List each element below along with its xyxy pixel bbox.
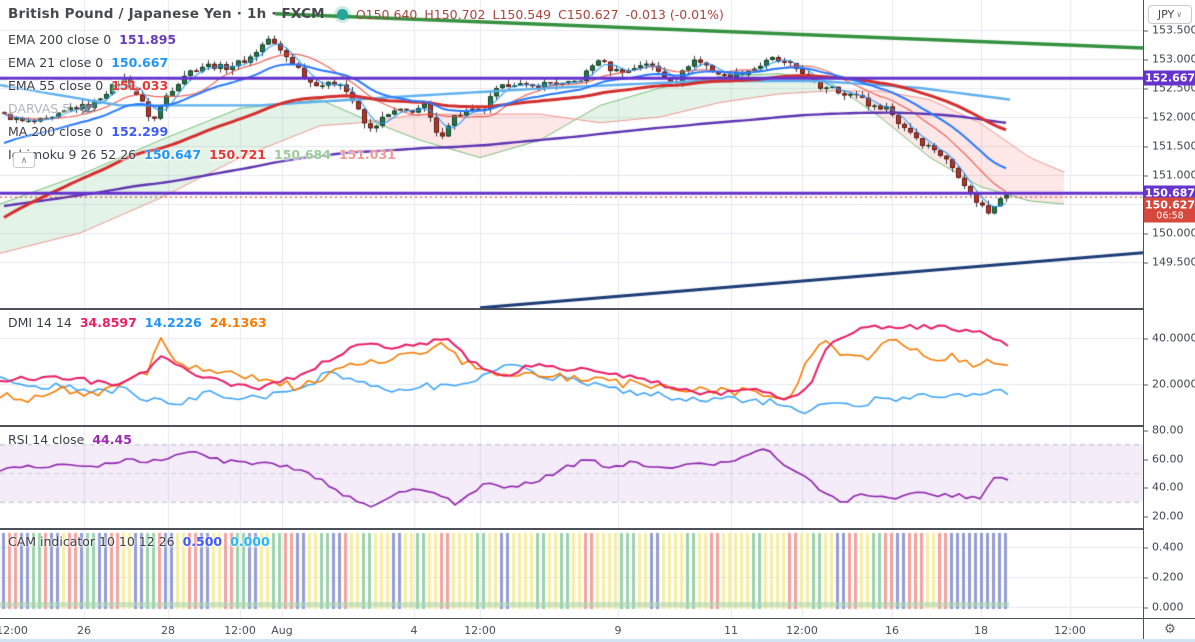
- legend-row-value: 151.033: [111, 78, 169, 93]
- pane-label-value: 0.500: [182, 534, 223, 549]
- time-axis-label: 18: [974, 624, 988, 637]
- legend-row-value: 150.721: [209, 147, 266, 162]
- price-axis-tick: 151.000: [1144, 169, 1195, 182]
- price-axis-tick: 0.400: [1144, 541, 1194, 554]
- ohlc-low: L150.549: [492, 6, 552, 22]
- time-axis-label: 4: [410, 624, 418, 637]
- pane-label-text: CAM indicator 10 10 12 26: [8, 534, 175, 549]
- pane-divider[interactable]: [0, 308, 1143, 310]
- currency-label: JPY: [1157, 8, 1175, 21]
- pane-divider[interactable]: [0, 528, 1143, 530]
- legend-row-label: MA 200 close 0: [8, 124, 104, 139]
- legend-row-value: 151.031: [338, 147, 396, 162]
- currency-selector-button[interactable]: JPY ∨: [1148, 5, 1192, 24]
- time-axis-label: 9: [614, 624, 622, 637]
- price-axis-tick: 0.200: [1144, 571, 1194, 584]
- legend-row[interactable]: EMA 21 close 0 150.667: [8, 51, 396, 74]
- price-axis-tick: 20.00: [1144, 510, 1194, 523]
- legend-row[interactable]: DARVAS 5: [8, 97, 396, 120]
- axis-badge-countdown: 06:58: [1156, 210, 1184, 222]
- time-axis-label: 16: [885, 624, 899, 637]
- legend-row-value: 151.895: [119, 32, 177, 47]
- indicator-legend: EMA 200 close 0 151.895 EMA 21 close 0 150.…: [8, 28, 396, 166]
- pane-divider[interactable]: [0, 425, 1143, 427]
- tradingview-chart-window: British Pound / Japanese Yen · 1h · FXCM…: [0, 0, 1195, 642]
- legend-row-label: EMA 55 close 0: [8, 78, 104, 93]
- legend-row-value: 150.684: [274, 147, 331, 162]
- settings-gear-icon[interactable]: ⚙: [1164, 622, 1176, 637]
- legend-row-label: EMA 200 close 0: [8, 32, 112, 47]
- legend-row-value: 150.647: [144, 147, 202, 162]
- pane-label-value: 0.000: [230, 534, 270, 549]
- time-axis-label: 12:00: [786, 624, 818, 637]
- chevron-down-icon: ∨: [1176, 10, 1183, 19]
- price-axis-tick: 80.00: [1144, 424, 1194, 437]
- legend-row[interactable]: EMA 200 close 0 151.895: [8, 28, 396, 51]
- pane-label-text: RSI 14 close: [8, 432, 85, 447]
- price-axis-tick: 60.00: [1144, 453, 1194, 466]
- pane-label-value: 14.2226: [144, 315, 202, 330]
- eye-off-icon[interactable]: [78, 102, 97, 115]
- price-axis-tick: 20.0000: [1144, 378, 1195, 391]
- legend-collapse-button[interactable]: ∧: [13, 152, 35, 168]
- price-axis-tick: 40.00: [1144, 481, 1194, 494]
- symbol-title[interactable]: British Pound / Japanese Yen · 1h · FXCM: [8, 6, 325, 22]
- legend-row-label: EMA 21 close 0: [8, 55, 104, 70]
- price-axis-tick: 40.0000: [1144, 332, 1195, 345]
- price-axis-badge: 150.627 06:58: [1144, 197, 1195, 223]
- price-axis-tick: 153.500: [1144, 24, 1195, 37]
- ohlc-readout: O150.640 H150.702 L150.549 C150.627 -0.0…: [356, 7, 724, 22]
- price-axis[interactable]: JPY ∨ 153.500 153.000 152.500 152.000 151.50…: [1143, 0, 1195, 618]
- time-axis-label: 12:00: [1054, 624, 1086, 637]
- ohlc-change: -0.013 (-0.01%): [625, 6, 724, 22]
- price-axis-badge: 152.667: [1144, 70, 1195, 86]
- legend-row[interactable]: Ichimoku 9 26 52 26 150.647 150.721 150.684…: [8, 143, 396, 166]
- price-axis-tick: 153.000: [1144, 53, 1195, 66]
- time-axis-label: 11: [724, 624, 738, 637]
- legend-row-value: 150.667: [111, 55, 169, 70]
- pane-label-text: DMI 14 14: [8, 315, 72, 330]
- time-axis-label: 12:00: [464, 624, 496, 637]
- pane-label-value: 24.1363: [209, 315, 267, 330]
- price-axis-tick: 149.500: [1144, 256, 1195, 269]
- symbol-header: British Pound / Japanese Yen · 1h · FXCM…: [8, 5, 724, 23]
- price-axis-tick: 151.500: [1144, 140, 1195, 153]
- legend-row[interactable]: MA 200 close 0 152.299: [8, 120, 396, 143]
- time-axis-label: 12:00: [224, 624, 256, 637]
- cam-indicator-label[interactable]: CAM indicator 10 10 12 26 0.500 0.000: [8, 534, 270, 549]
- ohlc-close: C150.627: [558, 6, 619, 22]
- dmi-indicator-label[interactable]: DMI 14 14 34.8597 14.2226 24.1363: [8, 315, 267, 330]
- time-axis-label: Aug: [271, 624, 293, 637]
- time-axis-label: 12:00: [0, 624, 28, 637]
- pane-label-value: 44.45: [92, 432, 132, 447]
- legend-row-label: DARVAS 5: [8, 101, 71, 116]
- ohlc-open: O150.640: [355, 6, 418, 22]
- axis-settings-cell: ⚙: [1143, 619, 1195, 639]
- time-axis[interactable]: 12:00 26 28 12:00 Aug 4 12:00 9 11 12:00 16 18 12:00: [0, 619, 1143, 639]
- time-axis-label: 28: [161, 624, 175, 637]
- rsi-pane-canvas[interactable]: [0, 427, 1143, 528]
- legend-row[interactable]: EMA 55 close 0 151.033: [8, 74, 396, 97]
- pane-label-value: 34.8597: [79, 315, 137, 330]
- market-status-icon[interactable]: [336, 8, 348, 20]
- price-axis-tick: 152.000: [1144, 111, 1195, 124]
- price-axis-tick: 0.000: [1144, 601, 1194, 614]
- time-axis-label: 26: [77, 624, 91, 637]
- rsi-indicator-label[interactable]: RSI 14 close 44.45: [8, 432, 132, 447]
- ohlc-high: H150.702: [424, 6, 486, 22]
- price-axis-tick: 150.000: [1144, 227, 1195, 240]
- legend-row-value: 152.299: [111, 124, 169, 139]
